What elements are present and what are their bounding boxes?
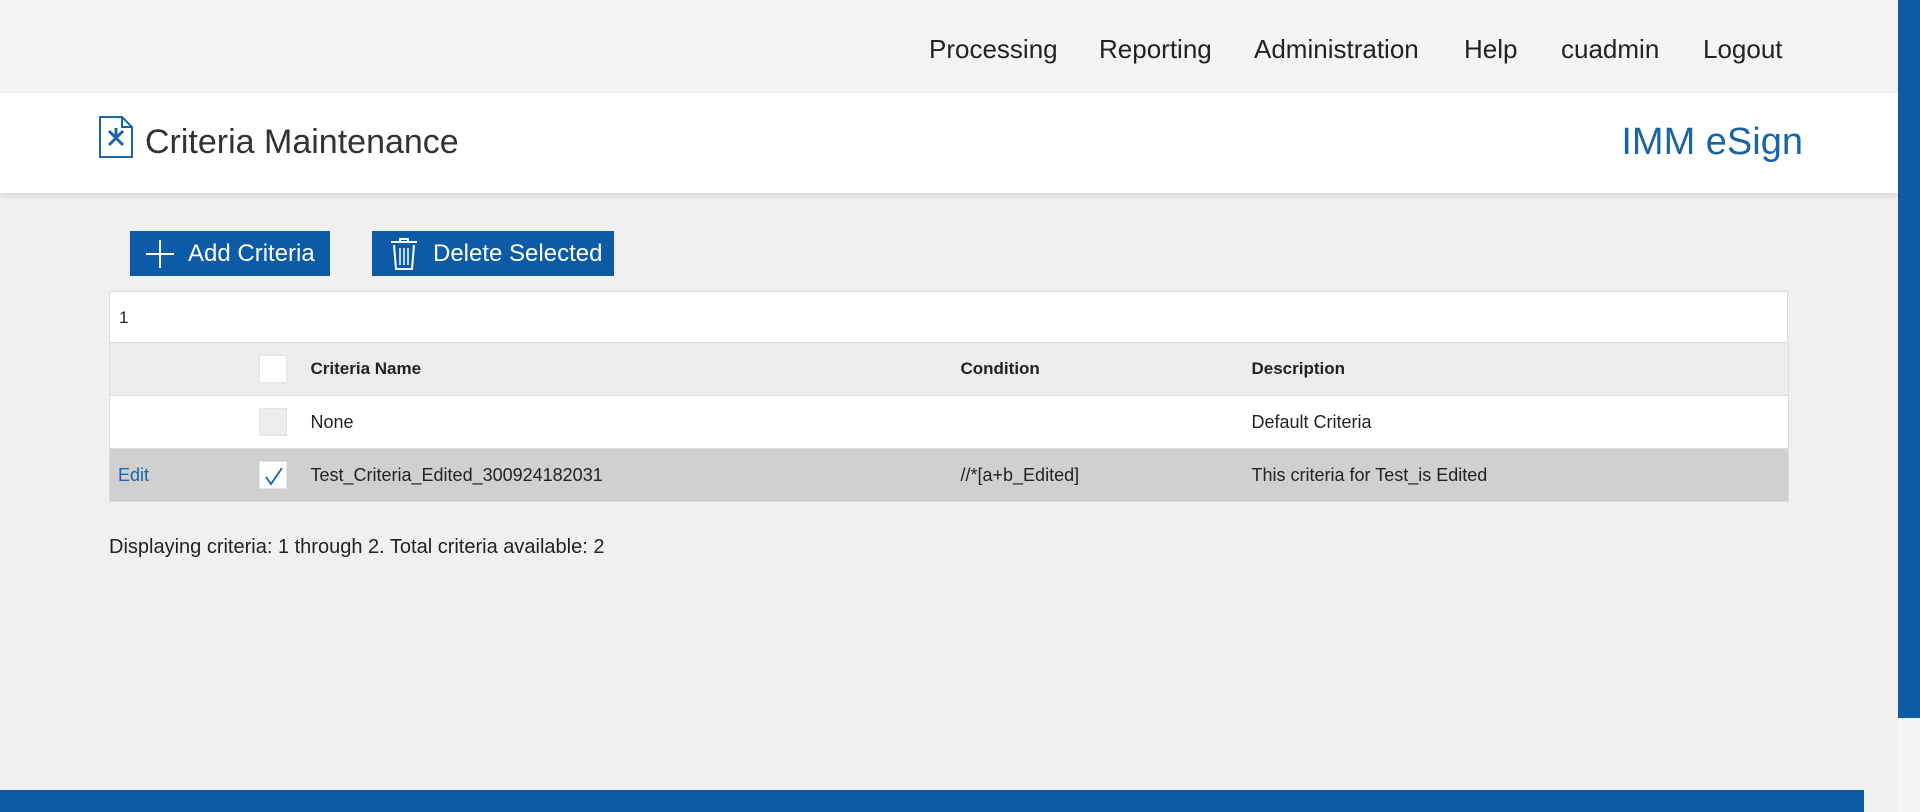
select-all-cell bbox=[240, 343, 311, 396]
criteria-table: Criteria Name Condition Description None… bbox=[109, 343, 1789, 502]
edit-column-header bbox=[109, 343, 241, 396]
nav-administration[interactable]: Administration bbox=[1254, 34, 1419, 65]
table-row: None Default Criteria bbox=[109, 395, 1789, 449]
add-criteria-button[interactable]: Add Criteria bbox=[130, 231, 330, 276]
condition-header[interactable]: Condition bbox=[960, 343, 1252, 396]
edit-link[interactable]: Edit bbox=[118, 465, 149, 485]
tools-document-icon bbox=[98, 115, 134, 159]
pagination-bar: 1 bbox=[109, 291, 1788, 343]
footer-bar bbox=[0, 790, 1864, 812]
select-all-checkbox[interactable] bbox=[258, 355, 287, 383]
page-title: Criteria Maintenance bbox=[145, 123, 459, 161]
checkbox-cell bbox=[240, 448, 311, 502]
edit-cell bbox=[109, 395, 241, 449]
nav-reporting[interactable]: Reporting bbox=[1099, 34, 1212, 65]
nav-help[interactable]: Help bbox=[1464, 34, 1517, 65]
condition-cell: //*[a+b_Edited] bbox=[960, 448, 1252, 502]
nav-user-cuadmin[interactable]: cuadmin bbox=[1561, 34, 1659, 65]
criteria-name-cell: None bbox=[310, 395, 961, 449]
nav-logout[interactable]: Logout bbox=[1703, 34, 1783, 65]
delete-selected-label: Delete Selected bbox=[433, 239, 603, 267]
checkmark-icon bbox=[264, 467, 283, 486]
table-row-selected: Edit Test_Criteria_Edited_300924182031 /… bbox=[109, 448, 1789, 502]
scrollbar-thumb[interactable] bbox=[1898, 0, 1920, 718]
condition-cell bbox=[960, 395, 1252, 449]
add-criteria-label: Add Criteria bbox=[188, 239, 315, 267]
delete-selected-button[interactable]: Delete Selected bbox=[372, 231, 614, 276]
row-checkbox-disabled bbox=[258, 408, 287, 436]
description-header[interactable]: Description bbox=[1251, 343, 1789, 396]
row-checkbox-checked[interactable] bbox=[258, 461, 287, 489]
criteria-name-header[interactable]: Criteria Name bbox=[310, 343, 961, 396]
checkbox-cell bbox=[240, 395, 311, 449]
description-cell: Default Criteria bbox=[1251, 395, 1789, 449]
nav-processing[interactable]: Processing bbox=[929, 34, 1058, 65]
trash-icon bbox=[391, 237, 417, 270]
page-number[interactable]: 1 bbox=[119, 308, 128, 328]
description-cell: This criteria for Test_is Edited bbox=[1251, 448, 1789, 502]
table-header-row: Criteria Name Condition Description bbox=[109, 343, 1789, 396]
plus-icon bbox=[146, 239, 174, 268]
criteria-name-cell: Test_Criteria_Edited_300924182031 bbox=[310, 448, 961, 502]
page-header: Criteria Maintenance IMM eSign bbox=[0, 93, 1898, 193]
edit-cell: Edit bbox=[109, 448, 241, 502]
top-navigation: Processing Reporting Administration Help… bbox=[0, 0, 1898, 93]
brand-name: IMM eSign bbox=[1621, 121, 1803, 163]
results-summary: Displaying criteria: 1 through 2. Total … bbox=[109, 536, 605, 558]
